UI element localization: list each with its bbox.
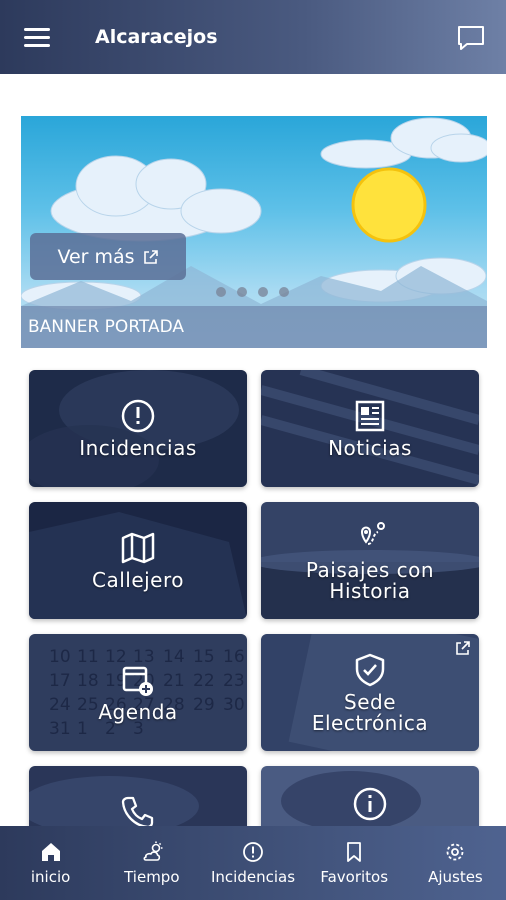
gear-icon <box>447 843 464 861</box>
ver-mas-button[interactable]: Ver más <box>30 233 186 280</box>
phone-icon <box>121 796 154 829</box>
nav-item-favoritos[interactable]: Favoritos <box>304 826 405 900</box>
app-header: Alcaracejos <box>0 0 506 74</box>
bookmark-icon <box>347 842 362 862</box>
tile-label-line1: Paisajes con <box>305 557 435 582</box>
calendar-add-icon <box>122 666 153 696</box>
tile-callejero[interactable]: Callejero <box>29 502 247 619</box>
home-icon <box>41 843 60 861</box>
alert-circle-icon <box>121 399 155 433</box>
bottom-nav: inicio Tiempo Incidencias Favoritos Ajus… <box>0 826 506 900</box>
carousel-dot[interactable] <box>279 287 289 297</box>
tile-label: Callejero <box>91 568 185 592</box>
carousel-dots <box>216 287 289 297</box>
tile-label: Incidencias <box>79 436 197 460</box>
tile-sede-electronica[interactable]: Sede Electrónica <box>261 634 479 751</box>
ver-mas-label: Ver más <box>57 245 135 268</box>
nav-label: inicio <box>30 868 71 886</box>
home-banner[interactable]: Ver más BANNER PORTADA <box>21 116 487 348</box>
page-title: Alcaracejos <box>95 26 218 48</box>
nav-label: Incidencias <box>210 868 296 886</box>
route-pin-icon <box>360 521 385 545</box>
banner-caption: BANNER PORTADA <box>21 306 487 348</box>
tile-label-line2: Electrónica <box>311 710 429 735</box>
tile-label-line2: Historia <box>329 578 411 603</box>
nav-item-inicio[interactable]: inicio <box>0 826 101 900</box>
newspaper-icon <box>355 400 385 432</box>
info-icon <box>353 787 387 821</box>
tile-noticias[interactable]: Noticias <box>261 370 479 487</box>
carousel-dot[interactable] <box>258 287 268 297</box>
nav-item-incidencias[interactable]: Incidencias <box>202 826 303 900</box>
carousel-dot[interactable] <box>216 287 226 297</box>
tile-paisajes-historia[interactable]: Paisajes con Historia <box>261 502 479 619</box>
hamburger-icon[interactable] <box>24 28 50 48</box>
tile-agenda[interactable]: 10 11 12 13 14 15 16 17 18 19 20 21 22 23 24 25 26 27 28… <box>29 634 247 751</box>
tile-incidencias[interactable]: Incidencias <box>29 370 247 487</box>
tile-label: Noticias <box>328 436 412 460</box>
external-link-icon <box>143 249 158 264</box>
shield-check-icon <box>355 653 385 686</box>
nav-label: Ajustes <box>428 868 483 886</box>
carousel-dot[interactable] <box>237 287 247 297</box>
tile-label-line1: Sede <box>344 689 396 714</box>
nav-label: Tiempo <box>124 868 180 886</box>
nav-item-ajustes[interactable]: Ajustes <box>405 826 506 900</box>
map-icon <box>121 532 155 564</box>
weather-icon <box>143 841 163 861</box>
tile-label: Agenda <box>98 700 178 724</box>
alert-circle-icon <box>243 842 263 862</box>
chat-icon[interactable] <box>456 24 486 52</box>
nav-item-tiempo[interactable]: Tiempo <box>101 826 202 900</box>
nav-label: Favoritos <box>320 868 389 886</box>
